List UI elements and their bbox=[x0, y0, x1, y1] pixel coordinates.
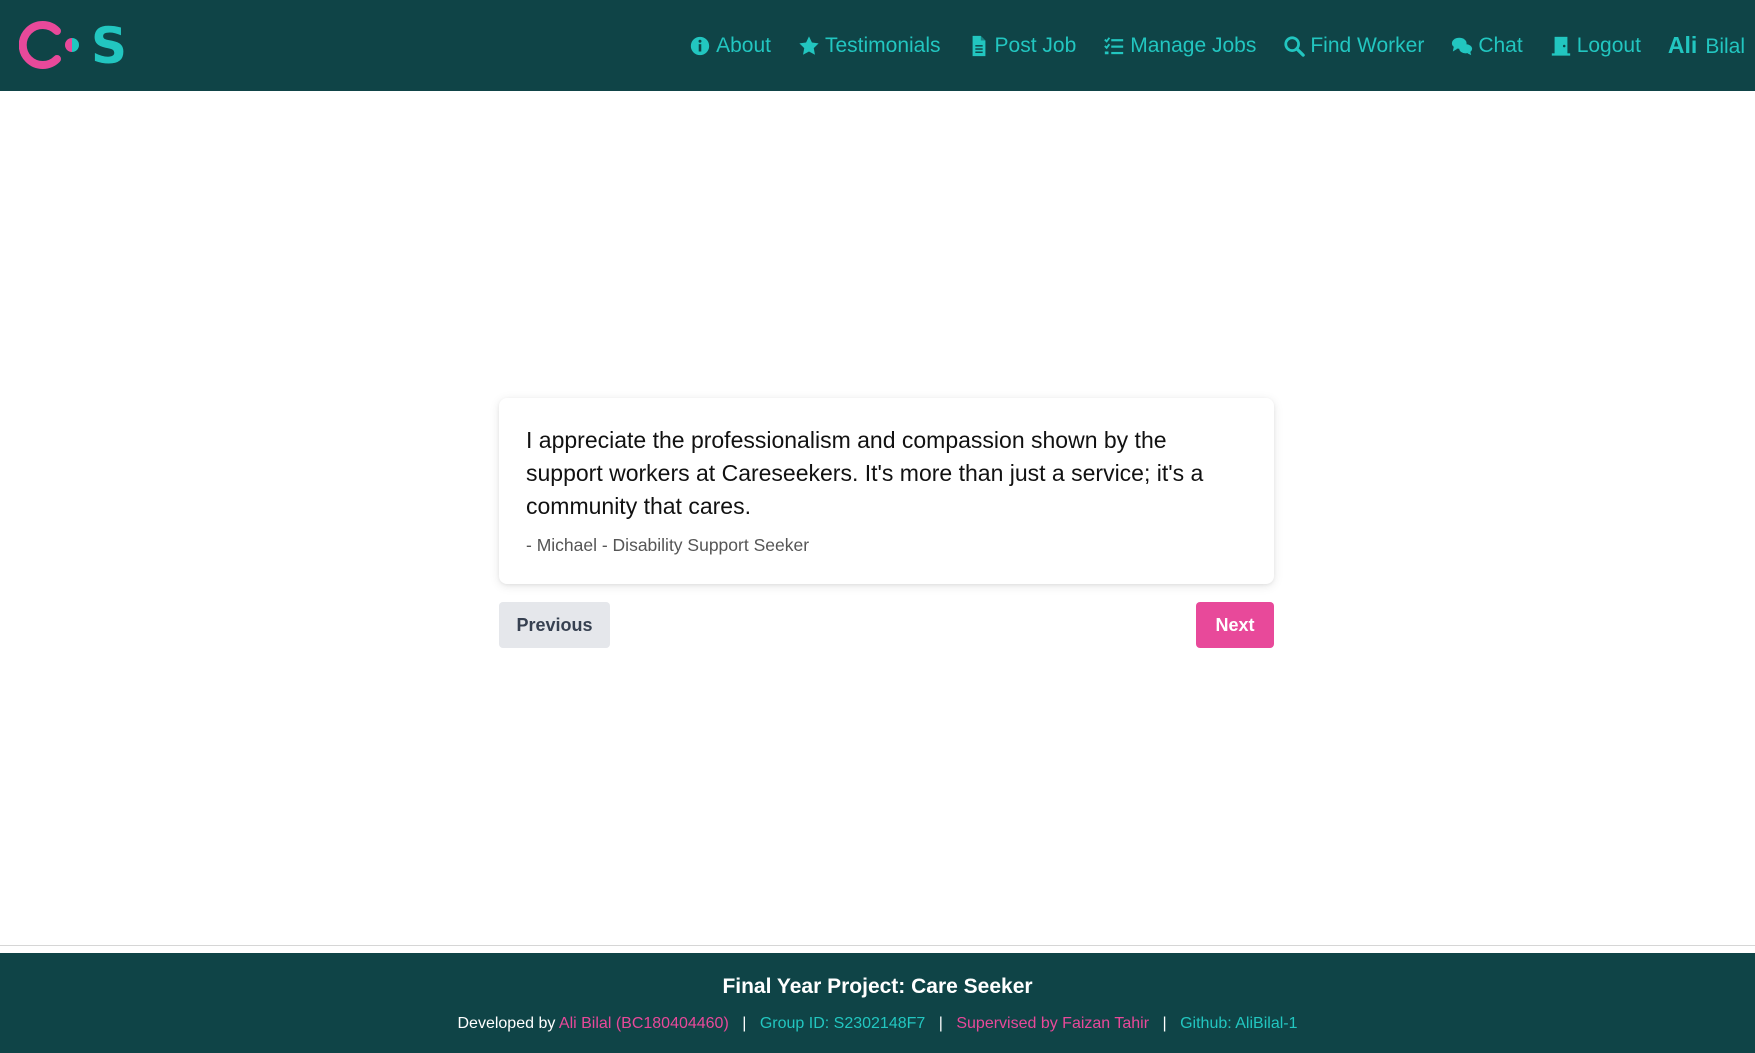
nav-about[interactable]: About bbox=[689, 34, 771, 58]
star-icon bbox=[798, 35, 820, 57]
nav-testimonials-label: Testimonials bbox=[824, 33, 941, 57]
footer-separator: | bbox=[938, 1015, 943, 1032]
user-name[interactable]: Ali Bilal bbox=[1668, 32, 1745, 59]
nav-testimonials[interactable]: Testimonials bbox=[798, 34, 941, 58]
footer: Final Year Project: Care Seeker Develope… bbox=[0, 953, 1755, 1053]
developed-by-label: Developed by bbox=[457, 1015, 556, 1032]
nav-logout-label: Logout bbox=[1576, 33, 1641, 57]
testimonial-quote: I appreciate the professionalism and com… bbox=[526, 427, 1204, 519]
document-icon bbox=[968, 35, 990, 57]
developer-link[interactable]: Ali Bilal (BC180404460) bbox=[559, 1015, 729, 1032]
footer-separator: | bbox=[1162, 1015, 1167, 1032]
nav-post-job[interactable]: Post Job bbox=[968, 33, 1077, 58]
nav-find-worker-label: Find Worker bbox=[1310, 33, 1425, 57]
nav-chat[interactable]: Chat bbox=[1451, 33, 1523, 58]
footer-credits: Developed by Ali Bilal (BC180404460) | G… bbox=[0, 1015, 1755, 1033]
nav-manage-jobs-label: Manage Jobs bbox=[1130, 33, 1257, 57]
supervisor-link[interactable]: Supervised by Faizan Tahir bbox=[956, 1015, 1149, 1032]
search-icon bbox=[1283, 35, 1306, 57]
nav-manage-jobs[interactable]: Manage Jobs bbox=[1103, 34, 1256, 58]
door-icon bbox=[1550, 35, 1572, 57]
nav-logout[interactable]: Logout bbox=[1550, 34, 1641, 58]
footer-separator: | bbox=[742, 1015, 747, 1032]
github-link[interactable]: Github: AliBilal-1 bbox=[1180, 1015, 1297, 1032]
group-id: Group ID: S2302148F7 bbox=[759, 1015, 926, 1032]
info-circle-icon bbox=[689, 35, 711, 57]
careseekers-logo-icon: S bbox=[19, 19, 127, 71]
user-last-name: Bilal bbox=[1705, 35, 1745, 58]
testimonial-author: - Michael - Disability Support Seeker bbox=[526, 535, 810, 555]
nav-chat-label: Chat bbox=[1478, 33, 1523, 57]
logo-letter-s: S bbox=[91, 19, 127, 71]
brand-logo[interactable]: S bbox=[19, 19, 129, 71]
nav-post-job-label: Post Job bbox=[994, 33, 1077, 57]
next-button[interactable]: Next bbox=[1196, 602, 1274, 648]
footer-divider bbox=[0, 945, 1755, 946]
testimonial-card: I appreciate the professionalism and com… bbox=[499, 398, 1274, 584]
top-navbar: S About Testimonials Post Job Manage Job… bbox=[0, 0, 1755, 91]
checklist-icon bbox=[1103, 35, 1125, 57]
user-first-name: Ali bbox=[1667, 32, 1698, 58]
nav-about-label: About bbox=[716, 33, 771, 57]
chat-bubbles-icon bbox=[1451, 35, 1473, 57]
footer-title: Final Year Project: Care Seeker bbox=[722, 975, 1033, 998]
previous-button[interactable]: Previous bbox=[499, 602, 610, 648]
nav-links: About Testimonials Post Job Manage Jobs … bbox=[662, 0, 1745, 91]
nav-find-worker[interactable]: Find Worker bbox=[1283, 34, 1424, 58]
